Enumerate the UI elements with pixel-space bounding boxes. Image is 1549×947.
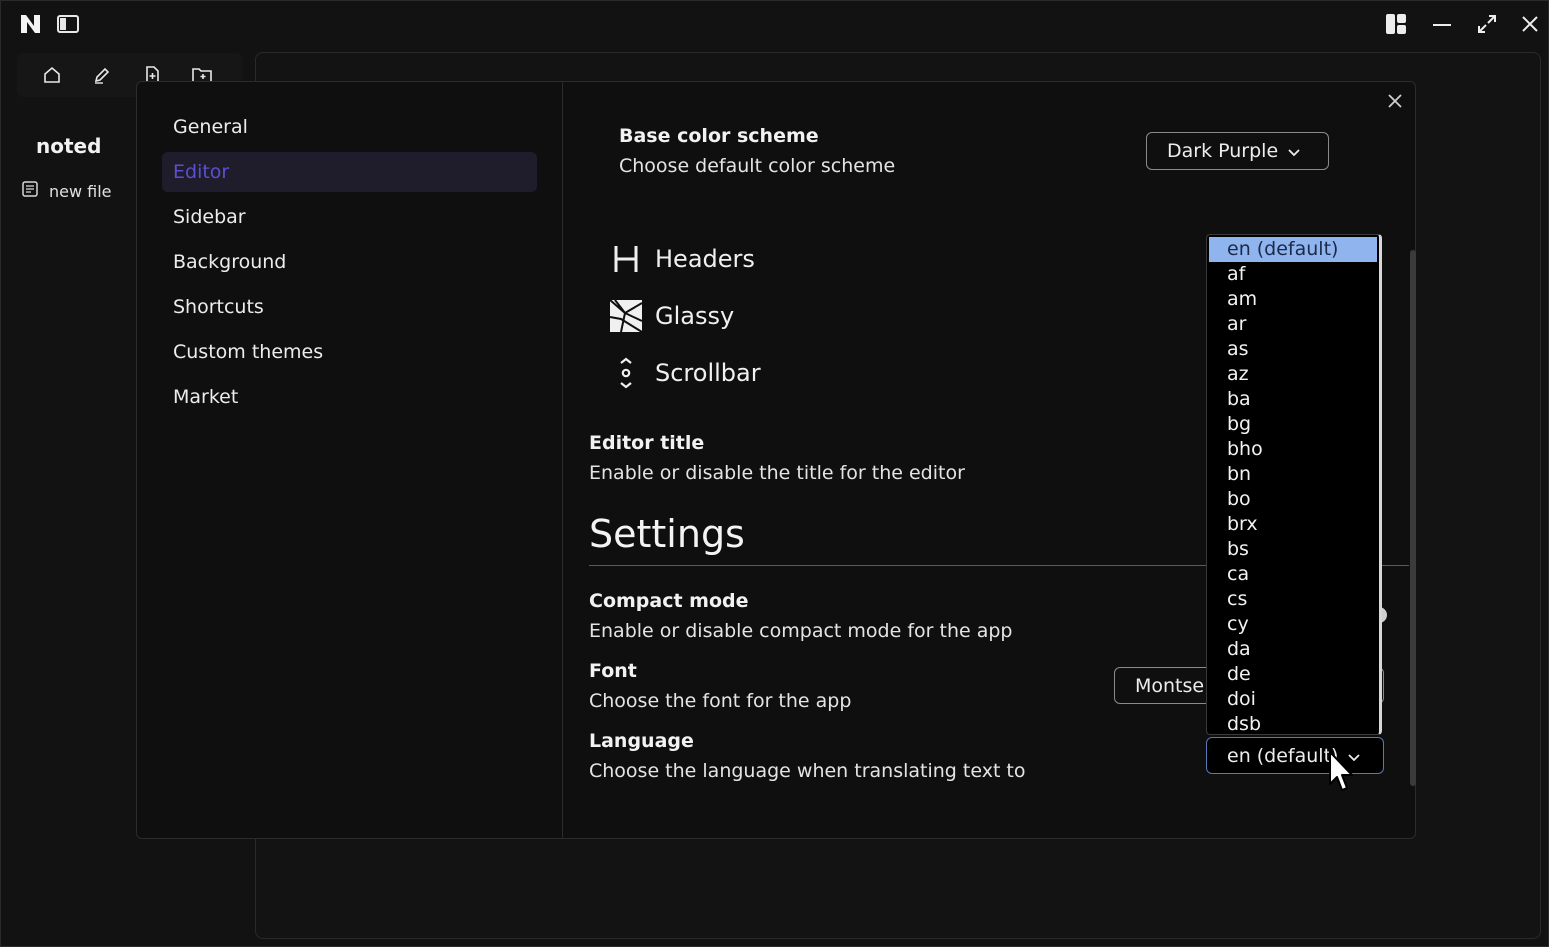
language-option[interactable]: brx xyxy=(1207,512,1379,537)
base-color-desc: Choose default color scheme xyxy=(619,155,896,177)
language-option[interactable]: bs xyxy=(1207,537,1379,562)
language-option[interactable]: de xyxy=(1207,662,1379,687)
language-option[interactable]: bo xyxy=(1207,487,1379,512)
language-option[interactable]: bho xyxy=(1207,437,1379,462)
modal-scrollbar[interactable] xyxy=(1410,250,1416,786)
editor-title-desc: Enable or disable the title for the edit… xyxy=(589,462,965,484)
close-window-icon[interactable] xyxy=(1519,13,1541,35)
compact-mode-title: Compact mode xyxy=(589,590,749,612)
language-option[interactable]: az xyxy=(1207,362,1379,387)
file-item-new-file[interactable]: new file xyxy=(21,179,112,203)
minimize-icon[interactable] xyxy=(1431,13,1453,35)
settings-heading: Settings xyxy=(589,512,745,556)
language-option[interactable]: as xyxy=(1207,337,1379,362)
home-icon[interactable] xyxy=(40,63,64,87)
nav-item-custom-themes[interactable]: Custom themes xyxy=(162,332,537,372)
language-select-value: en (default) xyxy=(1227,744,1339,767)
settings-nav: General Editor Sidebar Background Shortc… xyxy=(137,82,563,838)
language-option[interactable]: am xyxy=(1207,287,1379,312)
language-dropdown-list[interactable]: en (default) af am ar as az ba bg bho bn… xyxy=(1206,234,1382,735)
feature-glassy[interactable]: Glassy xyxy=(609,296,734,336)
language-option[interactable]: cy xyxy=(1207,612,1379,637)
editor-title-title: Editor title xyxy=(589,432,705,454)
language-option[interactable]: dsb xyxy=(1207,712,1379,734)
titlebar xyxy=(1,1,1549,47)
header-icon xyxy=(609,242,643,276)
chevron-down-icon xyxy=(1288,140,1300,162)
scrollbar-icon xyxy=(609,356,643,390)
edit-icon[interactable] xyxy=(90,63,114,87)
font-select-value: Montse xyxy=(1135,674,1205,697)
glassy-icon xyxy=(609,299,643,333)
language-option[interactable]: ca xyxy=(1207,562,1379,587)
layout-icon[interactable] xyxy=(1385,13,1407,35)
language-option[interactable]: bn xyxy=(1207,462,1379,487)
feature-scrollbar[interactable]: Scrollbar xyxy=(609,353,761,393)
file-icon xyxy=(21,180,39,202)
language-title: Language xyxy=(589,730,694,752)
nav-item-editor[interactable]: Editor xyxy=(162,152,537,192)
app-window: noted new file General Editor Sidebar Ba… xyxy=(0,0,1549,947)
mouse-cursor-icon xyxy=(1327,750,1355,794)
maximize-icon[interactable] xyxy=(1476,13,1498,35)
language-select[interactable]: en (default) xyxy=(1206,737,1384,774)
base-color-title: Base color scheme xyxy=(619,125,819,147)
toggle-sidebar-icon[interactable] xyxy=(56,13,80,35)
color-scheme-value: Dark Purple xyxy=(1167,140,1279,162)
language-option[interactable]: doi xyxy=(1207,687,1379,712)
language-option[interactable]: ba xyxy=(1207,387,1379,412)
color-scheme-select[interactable]: Dark Purple xyxy=(1146,132,1329,170)
font-desc: Choose the font for the app xyxy=(589,690,852,712)
language-option[interactable]: bg xyxy=(1207,412,1379,437)
language-option[interactable]: af xyxy=(1207,262,1379,287)
brand-name: noted xyxy=(36,134,102,158)
nav-item-shortcuts[interactable]: Shortcuts xyxy=(162,287,537,327)
font-title: Font xyxy=(589,660,637,682)
language-option[interactable]: ar xyxy=(1207,312,1379,337)
language-desc: Choose the language when translating tex… xyxy=(589,760,1026,782)
feature-scrollbar-label: Scrollbar xyxy=(655,359,761,387)
language-option[interactable]: da xyxy=(1207,637,1379,662)
nav-item-background[interactable]: Background xyxy=(162,242,537,282)
file-item-label: new file xyxy=(49,181,112,201)
compact-mode-desc: Enable or disable compact mode for the a… xyxy=(589,620,1013,642)
feature-glassy-label: Glassy xyxy=(655,302,735,330)
language-option[interactable]: en (default) xyxy=(1209,237,1377,262)
feature-headers[interactable]: Headers xyxy=(609,239,755,279)
language-option[interactable]: cs xyxy=(1207,587,1379,612)
nav-item-sidebar[interactable]: Sidebar xyxy=(162,197,537,237)
feature-headers-label: Headers xyxy=(655,245,755,273)
app-logo-icon xyxy=(20,13,42,35)
nav-item-market[interactable]: Market xyxy=(162,377,537,417)
close-modal-icon[interactable] xyxy=(1384,90,1406,112)
nav-item-general[interactable]: General xyxy=(162,107,537,147)
